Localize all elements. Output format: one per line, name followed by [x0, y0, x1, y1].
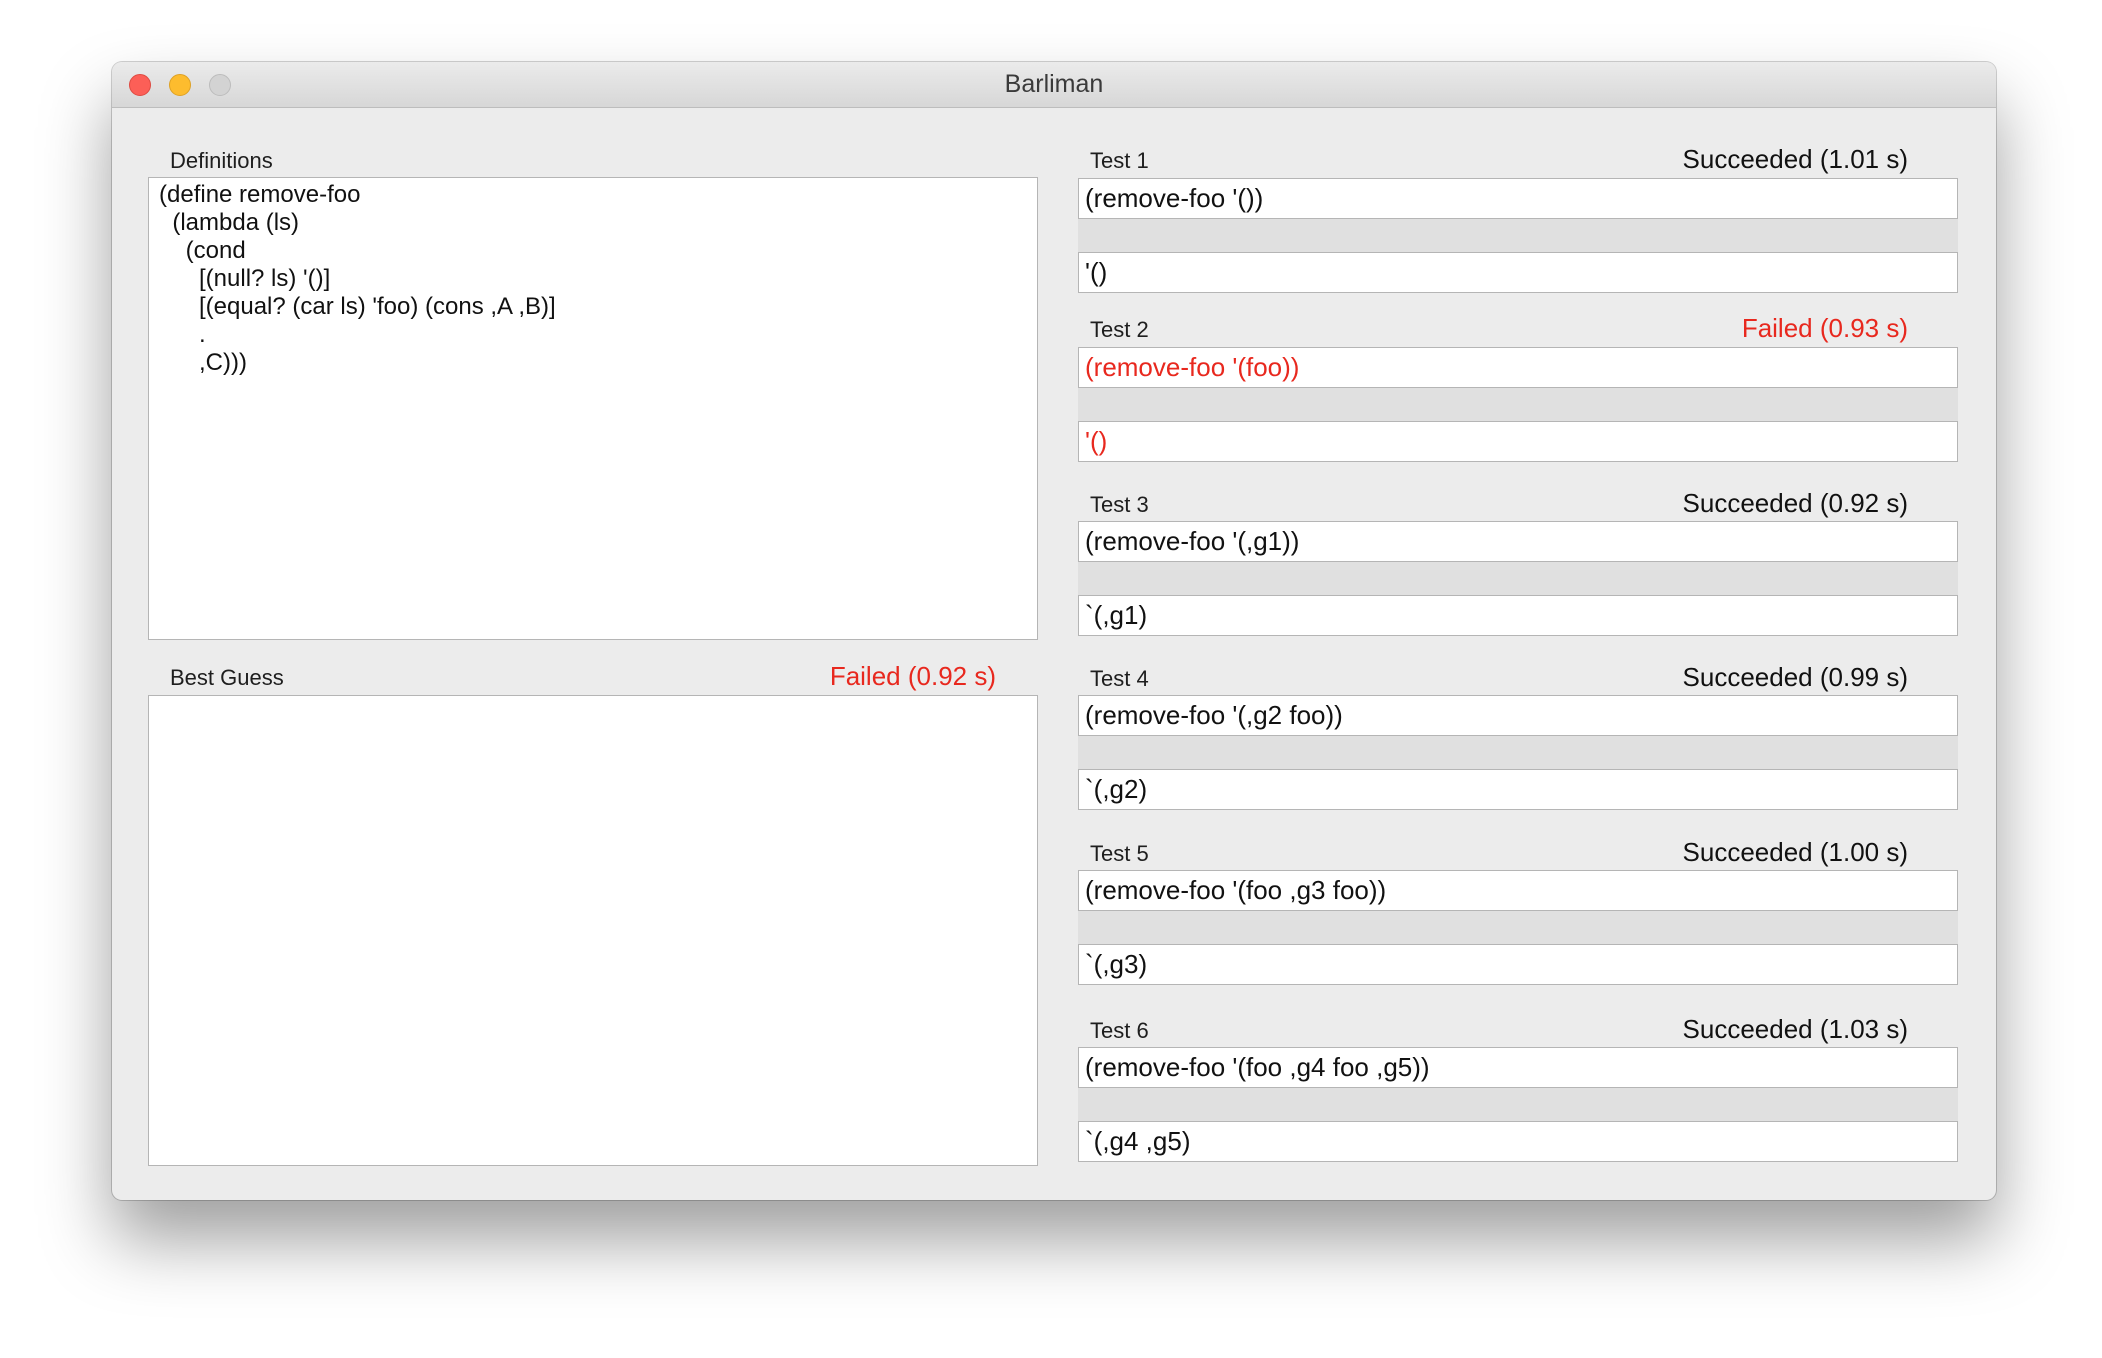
best-guess-code[interactable] [149, 696, 1037, 702]
test-4-input-field[interactable]: (remove-foo '(,g2 foo)) [1078, 695, 1958, 736]
test-2-status: Failed (0.93 s) [1741, 313, 1908, 343]
test-5-label: Test 5 [1090, 841, 1149, 866]
test-5-output-area [1078, 911, 1958, 944]
test-6-input-field[interactable]: (remove-foo '(foo ,g4 foo ,g5)) [1078, 1047, 1958, 1088]
title-bar[interactable]: Barliman [112, 62, 1996, 108]
test-5-expected-field[interactable]: `(,g3) [1078, 944, 1958, 985]
test-1-expected-field[interactable]: '() [1078, 252, 1958, 293]
test-1-label: Test 1 [1090, 148, 1149, 173]
test-2-input-field[interactable]: (remove-foo '(foo)) [1078, 347, 1958, 388]
best-guess-status: Failed (0.92 s) [829, 661, 996, 691]
test-3-input-field[interactable]: (remove-foo '(,g1)) [1078, 521, 1958, 562]
test-4-expected-field[interactable]: `(,g2) [1078, 769, 1958, 810]
test-1-status: Succeeded (1.01 s) [1682, 144, 1908, 174]
test-4-status: Succeeded (0.99 s) [1682, 662, 1908, 692]
window-title: Barliman [1004, 70, 1104, 98]
test-6-expected-field[interactable]: `(,g4 ,g5) [1078, 1121, 1958, 1162]
definitions-label: Definitions [170, 148, 273, 173]
best-guess-label: Best Guess [170, 665, 284, 690]
test-2-output-area [1078, 388, 1958, 421]
test-2-expected-field[interactable]: '() [1078, 421, 1958, 462]
test-4-label: Test 4 [1090, 666, 1149, 691]
definitions-editor[interactable]: (define remove-foo (lambda (ls) (cond [(… [148, 177, 1038, 640]
barliman-window: Barliman Definitions (define remove-foo … [112, 62, 1996, 1200]
test-1-output-area [1078, 219, 1958, 252]
test-6-output-area [1078, 1088, 1958, 1121]
test-3-label: Test 3 [1090, 492, 1149, 517]
test-3-expected-field[interactable]: `(,g1) [1078, 595, 1958, 636]
test-3-output-area [1078, 562, 1958, 595]
test-5-input-field[interactable]: (remove-foo '(foo ,g3 foo)) [1078, 870, 1958, 911]
definitions-code[interactable]: (define remove-foo (lambda (ls) (cond [(… [149, 178, 1037, 380]
test-6-status: Succeeded (1.03 s) [1682, 1014, 1908, 1044]
best-guess-editor[interactable] [148, 695, 1038, 1166]
test-6-label: Test 6 [1090, 1018, 1149, 1043]
test-3-status: Succeeded (0.92 s) [1682, 488, 1908, 518]
test-1-input-field[interactable]: (remove-foo '()) [1078, 178, 1958, 219]
test-5-status: Succeeded (1.00 s) [1682, 837, 1908, 867]
test-4-output-area [1078, 736, 1958, 769]
test-2-label: Test 2 [1090, 317, 1149, 342]
